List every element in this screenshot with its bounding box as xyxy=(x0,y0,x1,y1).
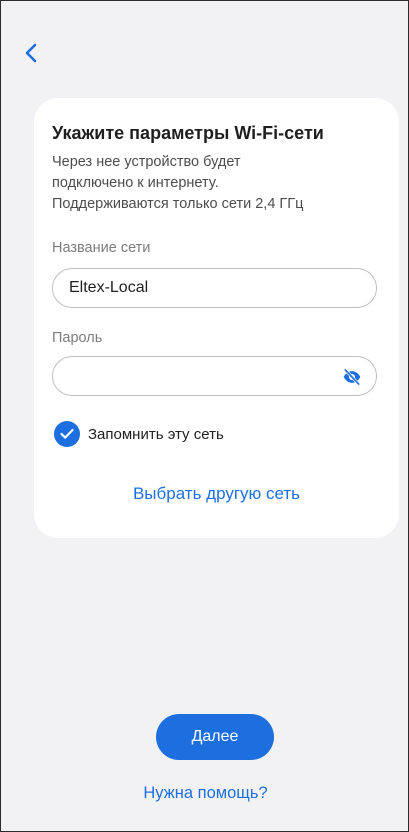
password-input[interactable] xyxy=(52,356,377,396)
back-button[interactable] xyxy=(17,39,45,67)
network-name-label: Название сети xyxy=(52,240,151,256)
network-name-input[interactable]: Eltex-Local xyxy=(52,268,377,308)
password-label: Пароль xyxy=(52,330,103,346)
description-line: Поддерживаются только сети 2,4 ГГц xyxy=(52,196,304,212)
chevron-left-icon xyxy=(25,43,37,63)
checkbox-checked-icon xyxy=(54,421,80,447)
wifi-settings-screen: Укажите параметры Wi-Fi-сети Через нее у… xyxy=(0,0,409,832)
next-button[interactable]: Далее xyxy=(156,714,274,760)
wifi-form-card: Укажите параметры Wi-Fi-сети Через нее у… xyxy=(34,98,399,538)
choose-other-network-link[interactable]: Выбрать другую сеть xyxy=(34,484,399,504)
network-name-value: Eltex-Local xyxy=(69,279,149,296)
remember-network-checkbox[interactable]: Запомнить эту сеть xyxy=(54,421,224,447)
form-title: Укажите параметры Wi-Fi-сети xyxy=(52,123,324,143)
eye-off-icon[interactable] xyxy=(342,367,362,387)
description-line: Через нее устройство будет xyxy=(52,154,241,170)
remember-network-label: Запомнить эту сеть xyxy=(88,425,224,443)
form-description: Через нее устройство будет подключено к … xyxy=(52,152,387,215)
help-link[interactable]: Нужна помощь? xyxy=(1,784,408,803)
description-line: подключено к интернету. xyxy=(52,175,219,191)
